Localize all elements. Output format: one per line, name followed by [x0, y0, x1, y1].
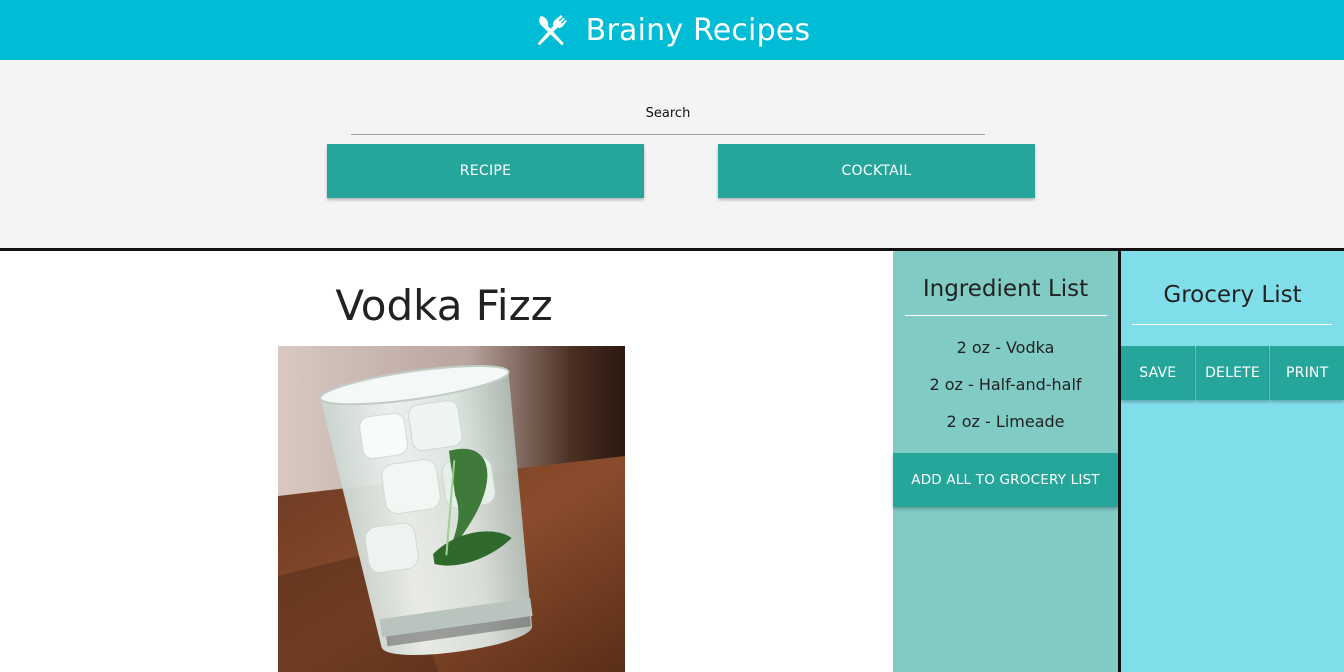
recipe-title: Vodka Fizz: [335, 281, 553, 330]
print-button[interactable]: PRINT: [1270, 346, 1344, 400]
recipe-search-button[interactable]: RECIPE: [327, 144, 644, 198]
grocery-divider: [1132, 324, 1332, 325]
cocktail-search-button[interactable]: COCKTAIL: [718, 144, 1035, 198]
grocery-panel: Grocery List SAVE DELETE PRINT: [1121, 251, 1344, 672]
utensils-icon: [537, 15, 567, 45]
search-input[interactable]: [351, 134, 985, 135]
add-all-to-grocery-button[interactable]: ADD ALL TO GROCERY LIST: [893, 453, 1118, 507]
ingredient-divider: [905, 315, 1107, 316]
ingredient-panel: Ingredient List 2 oz - Vodka 2 oz - Half…: [893, 251, 1118, 672]
grocery-list-title: Grocery List: [1163, 282, 1302, 308]
brand: Brainy Recipes: [534, 13, 811, 48]
ingredient-item: 2 oz - Half-and-half: [929, 375, 1082, 394]
cocktail-photo: [278, 346, 625, 672]
ingredient-item: 2 oz - Vodka: [956, 338, 1055, 357]
search-input-label[interactable]: Search: [351, 106, 985, 121]
ingredient-list-title: Ingredient List: [922, 276, 1089, 302]
app-header: Brainy Recipes: [0, 0, 1344, 60]
ingredient-item: 2 oz - Limeade: [946, 412, 1065, 431]
app-title: Brainy Recipes: [585, 12, 811, 48]
delete-button[interactable]: DELETE: [1195, 346, 1270, 400]
grocery-actions: SAVE DELETE PRINT: [1121, 346, 1344, 400]
search-section: Search RECIPE COCKTAIL: [0, 60, 1344, 248]
save-button[interactable]: SAVE: [1121, 346, 1195, 400]
ingredient-list: 2 oz - Vodka 2 oz - Half-and-half 2 oz -…: [893, 335, 1118, 446]
recipe-panel: Vodka Fizz: [0, 251, 893, 672]
